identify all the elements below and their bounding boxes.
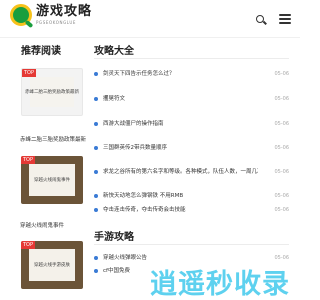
bullet-icon (94, 269, 98, 273)
top-badge: TOP (21, 241, 35, 249)
item-date: 05-06 (274, 96, 289, 102)
search-icon[interactable] (256, 15, 264, 23)
bullet-icon (94, 194, 98, 198)
top-badge: TOP (21, 156, 35, 164)
recommend-title: 推荐阅读 (21, 46, 61, 57)
card-image-text: 赤峰二胎三胎奖励政策最新 (25, 90, 79, 95)
logo-title: 游戏攻略 (36, 3, 93, 19)
bullet-icon (94, 208, 98, 212)
site-logo[interactable]: 游戏攻略 PGSEOKONGLUE (10, 4, 92, 26)
divider (94, 58, 289, 59)
recommend-card[interactable]: TOP 穿越火线手游皮肤 (21, 241, 83, 289)
recommend-card[interactable]: TOP 赤峰二胎三胎奖励政策最新 (21, 68, 83, 116)
bullet-icon (94, 170, 98, 174)
item-date: 05-06 (274, 121, 289, 127)
logo-subtitle: PGSEOKONGLUE (36, 19, 77, 25)
item-title[interactable]: 求龙之谷所有的第六名字和等级。各种模式，队伍人数，一周几次的 (103, 166, 258, 178)
item-title[interactable]: 三国群英传2带兵数量顺序 (103, 142, 258, 154)
watermark-text: 逍遥秒收录 (150, 269, 290, 300)
list-item[interactable]: 攫晃符文 05-06 (94, 93, 289, 105)
list-item[interactable]: 剑灵天下四告示任务怎么过？ 05-06 (94, 68, 289, 80)
bullet-icon (94, 97, 98, 101)
list-item[interactable]: 求龙之谷所有的第六名字和等级。各种模式，队伍人数，一周几次的 05-06 (94, 166, 289, 178)
list-item[interactable]: 新快天动地怎么弹钢铁 不用RMB 05-06 (94, 190, 289, 202)
item-title[interactable]: 西游大战僵尸的操作指南 (103, 118, 258, 130)
mobile-title: 手游攻略 (94, 232, 134, 243)
divider (94, 244, 289, 245)
recommend-column: 推荐阅读 TOP 赤峰二胎三胎奖励政策最新 赤峰二胎三胎奖励政策最新 TOP 穿… (0, 38, 86, 300)
site-header: 游戏攻略 PGSEOKONGLUE (0, 0, 300, 38)
menu-icon[interactable] (279, 14, 291, 24)
bullet-icon (94, 256, 98, 260)
item-date: 05-06 (274, 169, 289, 175)
strategy-title: 攻略大全 (94, 46, 134, 57)
card-image-text: 穿越火线手游皮肤 (34, 263, 70, 268)
card-caption[interactable]: 赤峰二胎三胎奖励政策最新 (20, 135, 86, 143)
list-item[interactable]: 夺击连击传奇，夺击传奇会击技能 05-06 (94, 204, 289, 216)
card-image-text: 穿越火线闹鬼事件 (34, 178, 70, 183)
item-date: 05-06 (274, 145, 289, 151)
list-item[interactable]: 西游大战僵尸的操作指南 05-06 (94, 118, 289, 130)
item-title[interactable]: 攫晃符文 (103, 93, 258, 105)
recommend-card[interactable]: TOP 穿越火线闹鬼事件 (21, 156, 83, 204)
item-title[interactable]: 剑灵天下四告示任务怎么过？ (103, 68, 258, 80)
item-title[interactable]: 夺击连击传奇，夺击传奇会击技能 (103, 204, 258, 216)
bullet-icon (94, 122, 98, 126)
bullet-icon (94, 146, 98, 150)
item-date: 05-06 (274, 193, 289, 199)
item-title[interactable]: 新快天动地怎么弹钢铁 不用RMB (103, 190, 258, 202)
item-date: 05-06 (274, 71, 289, 77)
list-item[interactable]: 三国群英传2带兵数量顺序 05-06 (94, 142, 289, 154)
logo-icon (10, 4, 32, 26)
strategy-column: 攻略大全 剑灵天下四告示任务怎么过？ 05-06 攫晃符文 05-06 西游大战… (83, 38, 300, 300)
item-date: 05-06 (274, 207, 289, 213)
bullet-icon (94, 72, 98, 76)
top-badge: TOP (22, 69, 36, 77)
card-caption[interactable]: 穿越火线闹鬼事件 (20, 221, 64, 229)
